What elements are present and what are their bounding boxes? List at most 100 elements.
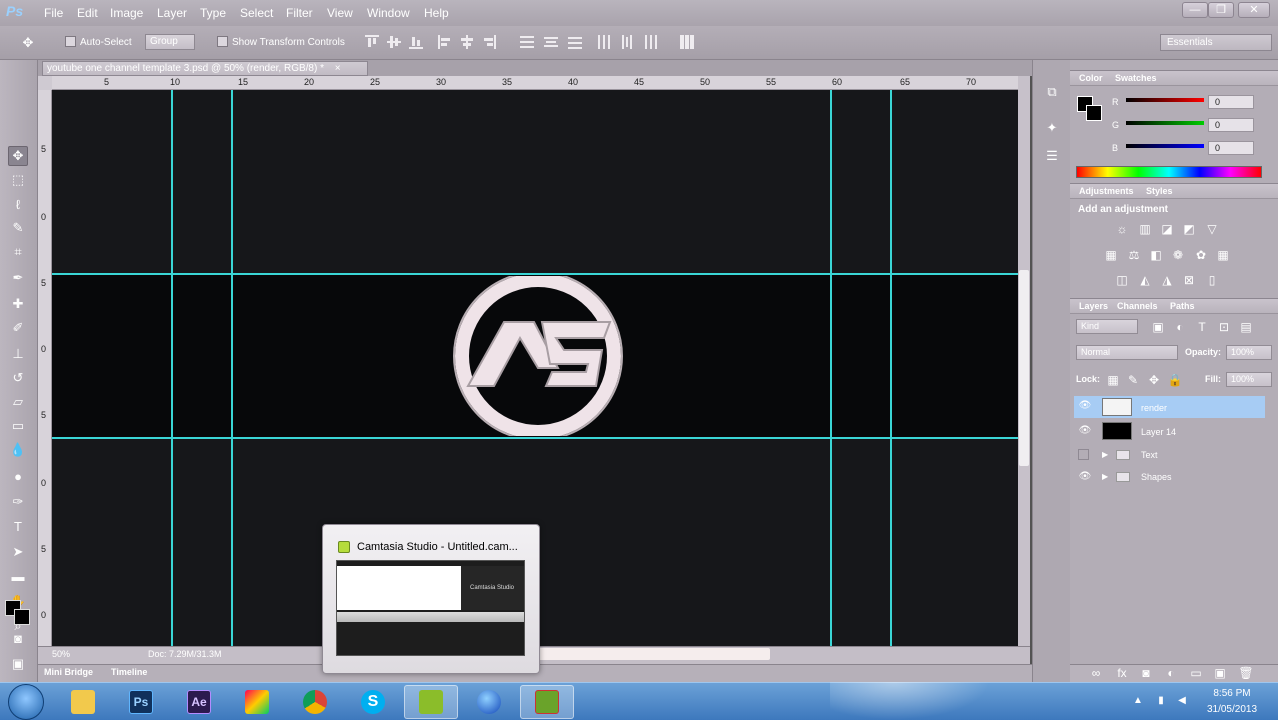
guide-line[interactable]: [52, 273, 1018, 275]
minimize-button[interactable]: —: [1182, 2, 1208, 18]
visibility-eye-icon[interactable]: 👁: [1078, 471, 1092, 485]
guide-line[interactable]: [171, 90, 173, 646]
move-tool-preset-icon[interactable]: ✥: [18, 33, 38, 53]
opacity-value[interactable]: 100%: [1226, 345, 1272, 360]
invert-icon[interactable]: ◫: [1114, 273, 1130, 287]
taskbar-photoshop[interactable]: Ps: [114, 685, 168, 719]
channel-logo[interactable]: [446, 276, 630, 436]
distribute-bottom-icon[interactable]: [568, 35, 582, 49]
type-tool-icon[interactable]: T: [8, 516, 28, 536]
guide-line[interactable]: [890, 90, 892, 646]
expand-arrow-icon[interactable]: ▶: [1102, 472, 1108, 481]
brush-tool-icon[interactable]: ✐: [8, 318, 28, 338]
auto-select-target-dropdown[interactable]: Group: [145, 34, 195, 50]
auto-select-checkbox[interactable]: [65, 36, 76, 47]
clock-date[interactable]: 31/05/2013: [1196, 704, 1268, 715]
ruler-origin[interactable]: [38, 76, 52, 90]
distribute-horizontal-icon[interactable]: [620, 35, 634, 49]
black-white-icon[interactable]: ◧: [1148, 248, 1164, 262]
menu-help[interactable]: Help: [424, 6, 449, 20]
horizontal-scroll-thumb[interactable]: [538, 648, 770, 660]
taskbar-after-effects[interactable]: Ae: [172, 685, 226, 719]
green-channel-slider[interactable]: [1126, 121, 1204, 125]
taskbar-paint[interactable]: [230, 685, 284, 719]
volume-icon[interactable]: ◀: [1176, 695, 1188, 707]
color-lookup-icon[interactable]: ▦: [1215, 248, 1231, 262]
layer-filter-kind-dropdown[interactable]: Kind: [1076, 319, 1138, 334]
red-channel-value[interactable]: 0: [1208, 95, 1254, 109]
taskbar-camtasia-recorder[interactable]: [520, 685, 574, 719]
blur-tool-icon[interactable]: 💧: [8, 440, 28, 460]
document-tab-close-icon[interactable]: ×: [335, 63, 341, 74]
tab-adjustments[interactable]: Adjustments: [1076, 186, 1137, 196]
vibrance-icon[interactable]: ▽: [1204, 222, 1220, 236]
history-panel-icon[interactable]: ⧉: [1043, 84, 1061, 102]
distribute-left-icon[interactable]: [597, 35, 611, 49]
blue-channel-value[interactable]: 0: [1208, 141, 1254, 155]
visibility-eye-icon[interactable]: 👁: [1078, 425, 1092, 439]
eraser-tool-icon[interactable]: ▱: [8, 392, 28, 412]
selective-color-icon[interactable]: ⊠: [1181, 273, 1197, 287]
color-background-swatch[interactable]: [1086, 105, 1102, 121]
healing-brush-tool-icon[interactable]: ✚: [8, 294, 28, 314]
menu-view[interactable]: View: [327, 6, 353, 20]
guide-line[interactable]: [52, 437, 1018, 439]
menu-layer[interactable]: Layer: [157, 6, 187, 20]
tab-mini-bridge[interactable]: Mini Bridge: [44, 667, 93, 677]
filter-shape-icon[interactable]: ⊡: [1216, 320, 1232, 334]
tab-paths[interactable]: Paths: [1170, 301, 1195, 311]
distribute-right-icon[interactable]: [643, 35, 657, 49]
transform-controls-checkbox[interactable]: [217, 36, 228, 47]
start-button[interactable]: [8, 684, 44, 720]
menu-file[interactable]: File: [44, 6, 63, 20]
exposure-icon[interactable]: ◩: [1181, 222, 1197, 236]
layer-style-icon[interactable]: fx: [1114, 666, 1130, 680]
brush-preset-icon[interactable]: ✦: [1043, 120, 1061, 138]
restore-button[interactable]: ❐: [1208, 2, 1234, 18]
quick-selection-tool-icon[interactable]: ✎: [8, 218, 28, 238]
filter-pixel-icon[interactable]: ▣: [1150, 320, 1166, 334]
filter-adjustment-icon[interactable]: ◐: [1172, 320, 1188, 334]
vertical-ruler[interactable]: 5 0 5 0 5 0 5 0: [38, 90, 52, 646]
tab-color[interactable]: Color: [1076, 73, 1106, 83]
workspace-switcher[interactable]: Essentials: [1160, 34, 1272, 51]
auto-align-layers-icon[interactable]: [680, 35, 694, 49]
taskbar-skype[interactable]: S: [346, 685, 400, 719]
delete-layer-icon[interactable]: 🗑: [1238, 666, 1254, 680]
layer-name[interactable]: render: [1141, 403, 1167, 413]
red-channel-slider[interactable]: [1126, 98, 1204, 102]
posterize-icon[interactable]: ◭: [1137, 273, 1153, 287]
close-button[interactable]: ✕: [1238, 2, 1270, 18]
tab-layers[interactable]: Layers: [1076, 301, 1111, 311]
align-horizontal-centers-icon[interactable]: [460, 35, 474, 49]
align-vertical-centers-icon[interactable]: [387, 35, 401, 49]
align-right-edges-icon[interactable]: [482, 35, 496, 49]
channel-mixer-icon[interactable]: ✿: [1193, 248, 1209, 262]
align-bottom-edges-icon[interactable]: [409, 35, 423, 49]
clock-time[interactable]: 8:56 PM: [1196, 688, 1268, 699]
zoom-level[interactable]: 50%: [52, 649, 70, 659]
menu-edit[interactable]: Edit: [77, 6, 98, 20]
show-hidden-icons[interactable]: ▲: [1132, 695, 1144, 707]
menu-image[interactable]: Image: [110, 6, 143, 20]
lock-all-icon[interactable]: 🔒: [1167, 373, 1183, 387]
visibility-eye-icon[interactable]: 👁: [1078, 400, 1092, 414]
layer-name[interactable]: Layer 14: [1141, 427, 1176, 437]
green-channel-value[interactable]: 0: [1208, 118, 1254, 132]
curves-icon[interactable]: ◪: [1159, 222, 1175, 236]
lasso-tool-icon[interactable]: ℓ: [8, 194, 28, 214]
blue-channel-slider[interactable]: [1126, 144, 1204, 148]
menu-type[interactable]: Type: [200, 6, 226, 20]
tab-styles[interactable]: Styles: [1146, 186, 1173, 196]
lock-image-icon[interactable]: ✎: [1125, 373, 1141, 387]
document-size-info[interactable]: Doc: 7.29M/31.3M: [148, 649, 222, 659]
clone-stamp-tool-icon[interactable]: ⊥: [8, 344, 28, 364]
taskbar-chrome[interactable]: [288, 685, 342, 719]
expand-arrow-icon[interactable]: ▶: [1102, 450, 1108, 459]
color-balance-icon[interactable]: ⚖: [1126, 248, 1142, 262]
align-left-edges-icon[interactable]: [438, 35, 452, 49]
menu-window[interactable]: Window: [367, 6, 410, 20]
path-selection-tool-icon[interactable]: ➤: [8, 542, 28, 562]
tab-swatches[interactable]: Swatches: [1115, 73, 1157, 83]
screen-mode-icon[interactable]: ▣: [8, 654, 28, 674]
